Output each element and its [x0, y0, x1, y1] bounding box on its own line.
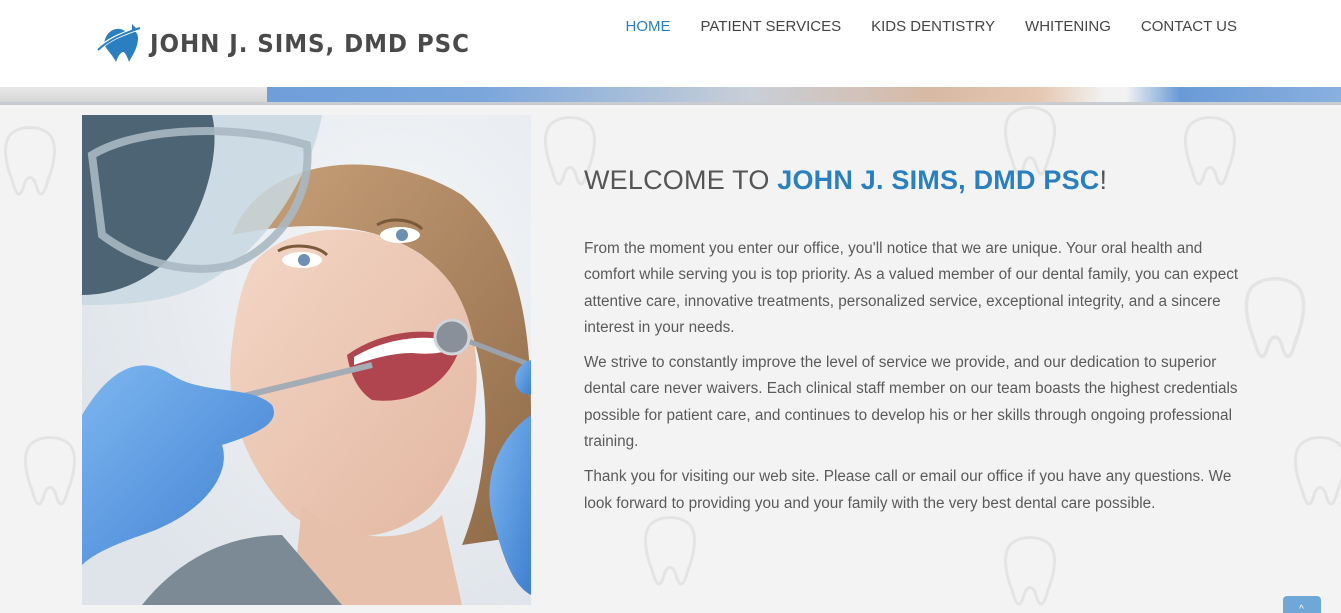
nav-kids-dentistry[interactable]: KIDS DENTISTRY	[871, 18, 995, 36]
site-logo[interactable]: JOHN J. SIMS, DMD PSC	[96, 22, 498, 64]
nav-home[interactable]: HOME	[626, 18, 671, 36]
scroll-to-top-button[interactable]: ^	[1283, 596, 1321, 613]
hero-banner-strip	[0, 87, 1341, 105]
welcome-section: WELCOME TO JOHN J. SIMS, DMD PSC! From t…	[584, 165, 1244, 517]
nav-contact-us[interactable]: CONTACT US	[1141, 18, 1237, 36]
main-nav: HOME PATIENT SERVICES KIDS DENTISTRY WHI…	[596, 18, 1237, 36]
welcome-paragraph-3: Thank you for visiting our web site. Ple…	[584, 468, 1232, 512]
tooth-icon	[4, 126, 56, 196]
tooth-icon	[1244, 277, 1306, 359]
tooth-icon	[644, 516, 696, 586]
site-header: JOHN J. SIMS, DMD PSC HOME PATIENT SERVI…	[0, 0, 1341, 87]
tooth-icon	[1294, 436, 1341, 506]
chevron-up-icon: ^	[1299, 604, 1304, 613]
logo-text: JOHN J. SIMS, DMD PSC	[150, 28, 470, 58]
nav-whitening[interactable]: WHITENING	[1025, 18, 1111, 36]
welcome-paragraph-1: From the moment you enter our office, yo…	[584, 240, 1239, 336]
welcome-prefix: WELCOME TO	[584, 165, 778, 195]
hero-banner-image	[267, 87, 1341, 102]
welcome-suffix: !	[1099, 165, 1108, 195]
tooth-logo-icon	[96, 24, 141, 62]
dental-patient-photo	[82, 115, 531, 605]
welcome-heading: WELCOME TO JOHN J. SIMS, DMD PSC!	[584, 165, 1244, 196]
welcome-brand: JOHN J. SIMS, DMD PSC	[777, 165, 1100, 195]
nav-patient-services[interactable]: PATIENT SERVICES	[701, 18, 842, 36]
tooth-icon	[1004, 536, 1056, 606]
tooth-icon	[24, 436, 76, 506]
welcome-paragraph-2: We strive to constantly improve the leve…	[584, 354, 1238, 451]
